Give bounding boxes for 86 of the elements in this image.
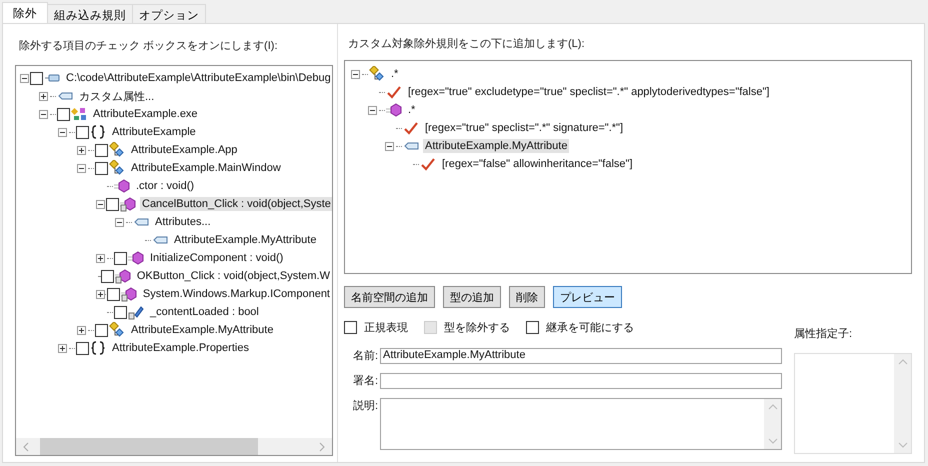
expander-icon[interactable] — [58, 344, 67, 352]
class-icon — [109, 160, 125, 176]
module-icon — [71, 106, 87, 122]
checkbox[interactable] — [106, 288, 120, 300]
expander-icon[interactable] — [77, 326, 86, 334]
expander-icon[interactable] — [58, 128, 67, 136]
tree-item[interactable]: Attributes... — [153, 215, 213, 229]
checkbox[interactable] — [76, 126, 89, 138]
tree-item[interactable]: InitializeComponent : void() — [148, 251, 286, 265]
tree-item[interactable]: AttributeExample.exe — [91, 107, 200, 121]
checkmark-icon — [386, 84, 402, 100]
checkbox[interactable] — [114, 252, 127, 264]
class-icon — [109, 142, 125, 158]
toolbar-button[interactable]: 名前空間の追加 — [344, 286, 435, 308]
tree-item[interactable]: AttributeExample.MyAttribute — [172, 233, 318, 247]
option-label: 型を除外する — [444, 321, 510, 335]
tree-item[interactable]: AttributeExample.Properties — [110, 341, 251, 355]
braces-icon — [90, 340, 106, 356]
tab[interactable]: 組み込み規則 — [47, 4, 133, 23]
tab[interactable]: オプション — [132, 4, 206, 23]
checkbox[interactable] — [100, 270, 114, 282]
expander-icon[interactable] — [39, 110, 48, 118]
checkbox[interactable] — [57, 108, 70, 120]
tree-item[interactable]: AttributeExample.MainWindow — [129, 161, 283, 175]
toolbar-button[interactable]: 削除 — [509, 286, 545, 308]
option-label: 継承を可能にする — [546, 321, 634, 335]
expander-icon[interactable] — [96, 200, 105, 208]
checkbox[interactable] — [30, 72, 43, 84]
class-icon — [369, 66, 385, 82]
checkbox[interactable] — [95, 162, 108, 174]
expander-icon[interactable] — [20, 74, 29, 82]
expander-icon[interactable] — [96, 254, 105, 262]
expander-icon[interactable] — [77, 164, 86, 172]
tree-item[interactable]: C:\code\AttributeExample\AttributeExample\bin\Debug — [64, 71, 332, 85]
cube-icon — [120, 196, 136, 212]
checkbox[interactable] — [114, 306, 127, 318]
class-icon — [109, 322, 125, 338]
field-label: 署名: — [352, 374, 379, 388]
panel-label: 除外する項目のチェック ボックスをオンにします(I): — [19, 39, 278, 53]
checkmark-icon — [403, 120, 419, 136]
field-label: 属性指定子: — [794, 326, 854, 341]
panel-label: カスタム対象除外規則をこの下に追加します(L): — [348, 36, 586, 51]
checkbox[interactable] — [344, 321, 357, 334]
tree-item[interactable]: CancelButton_Click : void(object,Syste — [140, 197, 332, 211]
field-label: 説明: — [352, 399, 379, 413]
checkbox[interactable] — [95, 144, 108, 156]
tree-item[interactable]: [regex="true" speclist=".*" signature=".*"] — [423, 121, 625, 135]
tree-item[interactable]: .* — [406, 103, 418, 117]
cube-icon — [114, 178, 130, 194]
tree-item[interactable]: .ctor : void() — [134, 179, 196, 193]
expander-icon[interactable] — [385, 142, 394, 150]
tree-item[interactable]: AttributeExample.App — [129, 143, 240, 157]
braces-icon — [90, 124, 106, 140]
toolbar-button[interactable]: 型の追加 — [443, 286, 501, 308]
field-label: 名前: — [352, 349, 379, 363]
expander-icon[interactable] — [368, 106, 377, 114]
cube-icon — [386, 102, 402, 118]
field-icon — [128, 304, 144, 320]
tree-item[interactable]: System.Windows.Markup.IComponent — [140, 287, 332, 301]
checkbox[interactable] — [526, 321, 539, 334]
checkbox[interactable] — [76, 342, 89, 354]
tree-item[interactable]: [regex="false" allowinheritance="false"] — [440, 157, 635, 171]
cube-icon — [128, 250, 144, 266]
tree-item[interactable]: _contentLoaded : bool — [148, 305, 261, 319]
input-field[interactable]: AttributeExample.MyAttribute — [380, 348, 782, 364]
checkmark-icon — [420, 156, 436, 172]
option-label: 正規表現 — [364, 321, 408, 335]
expander-icon[interactable] — [351, 70, 360, 78]
checkbox[interactable] — [95, 324, 108, 336]
tree-item[interactable]: [regex="true" excludetype="true" speclist=".*" applytoderivedtypes="false"] — [406, 85, 772, 99]
tree-item[interactable]: AttributeExample — [110, 125, 198, 139]
tab[interactable]: 除外 — [2, 2, 48, 23]
expander-icon[interactable] — [96, 290, 105, 298]
tree-item[interactable]: AttributeExample.MyAttribute — [129, 323, 276, 337]
expander-icon[interactable] — [77, 146, 86, 154]
toolbar-button[interactable]: プレビュー — [553, 286, 622, 308]
expander-icon[interactable] — [39, 92, 48, 100]
cube-icon — [120, 286, 137, 302]
tree-item[interactable]: OKButton_Click : void(object,System.W — [134, 269, 332, 283]
expander-icon[interactable] — [115, 218, 124, 226]
tree-item[interactable]: AttributeExample.MyAttribute — [423, 139, 570, 153]
tree-item[interactable]: .* — [389, 67, 400, 81]
input-field[interactable] — [380, 373, 782, 389]
tree-item[interactable]: カスタム属性... — [77, 88, 156, 104]
cube-icon — [114, 268, 131, 284]
checkbox[interactable] — [106, 198, 119, 210]
